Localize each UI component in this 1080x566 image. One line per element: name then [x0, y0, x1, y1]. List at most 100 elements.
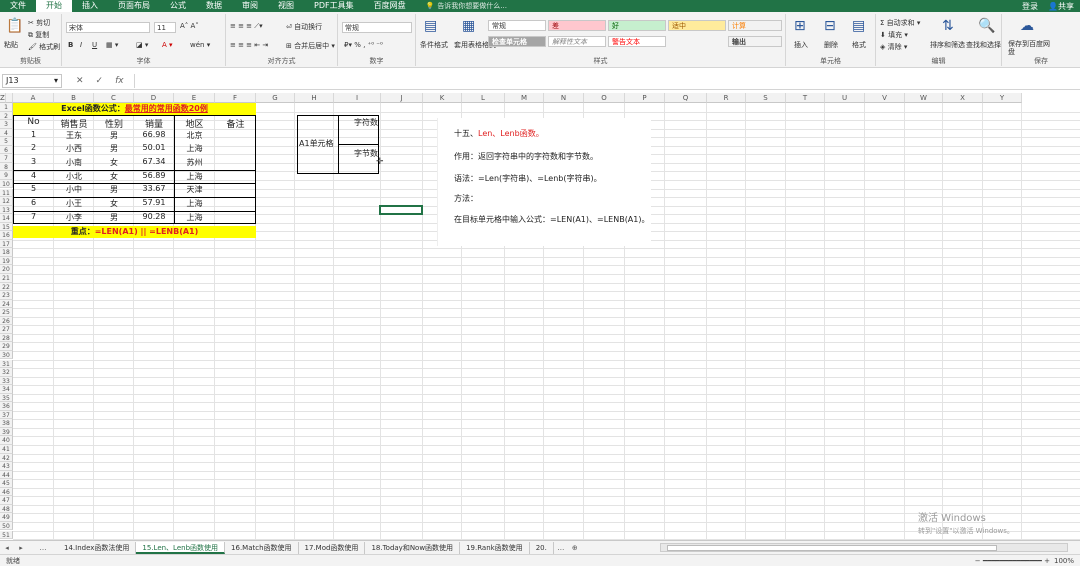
more-sheets-icon[interactable]: … — [28, 544, 58, 552]
insert-function-icon[interactable]: fx — [115, 76, 124, 86]
row-header[interactable]: 35 — [0, 393, 13, 403]
column-header[interactable]: K — [423, 93, 462, 103]
row-header[interactable]: 45 — [0, 479, 13, 488]
share-button[interactable]: 👤共享 — [1048, 1, 1074, 12]
row-header[interactable]: 37 — [0, 410, 13, 420]
font-color-icon[interactable]: A ▾ — [162, 41, 173, 49]
row-header[interactable]: 12 — [0, 197, 13, 206]
column-header[interactable]: X — [943, 93, 983, 103]
style-bad[interactable]: 差 — [548, 20, 606, 31]
find-select-icon[interactable]: 🔍 — [978, 18, 995, 34]
sheet-tab-19[interactable]: 19.Rank函数使用 — [460, 541, 530, 554]
fill-button[interactable]: ⬇ 填充 ▾ — [880, 30, 908, 40]
row-header[interactable]: 38 — [0, 419, 13, 428]
table-cell[interactable]: 57.91 — [138, 198, 170, 207]
sheet-tab-14[interactable]: 14.Index函数法使用 — [58, 541, 137, 554]
format-painter-button[interactable]: 🖌 格式刷 — [28, 42, 60, 52]
style-normal[interactable]: 常规 — [488, 20, 546, 31]
paste-button[interactable]: 粘贴 — [4, 40, 18, 50]
row-header[interactable]: 17 — [0, 239, 13, 249]
column-header[interactable]: Y — [983, 93, 1022, 103]
conditional-format-icon[interactable]: ▤ — [424, 18, 437, 34]
column-header[interactable]: U — [825, 93, 865, 103]
column-header[interactable]: N — [544, 93, 584, 103]
table-cell[interactable]: 66.98 — [138, 130, 170, 139]
row-header[interactable]: 8 — [0, 162, 13, 172]
table-cell[interactable]: 男 — [98, 212, 130, 223]
tab-insert[interactable]: 插入 — [72, 0, 108, 12]
align-top-icon[interactable]: ≡ ≡ ≡ ⟋▾ — [230, 22, 263, 31]
row-header[interactable]: 47 — [0, 496, 13, 505]
row-header[interactable]: 46 — [0, 487, 13, 497]
row-header[interactable]: 6 — [0, 145, 13, 155]
table-cell[interactable]: 苏州 — [179, 157, 211, 168]
name-box[interactable]: J13 ▾ — [2, 73, 62, 88]
enter-icon[interactable]: ✓ — [96, 76, 104, 86]
table-cell[interactable]: 4 — [18, 171, 50, 180]
column-header[interactable]: T — [786, 93, 825, 103]
row-header[interactable]: 50 — [0, 521, 13, 531]
insert-cells-icon[interactable]: ⊞ — [794, 18, 806, 34]
column-header[interactable]: W — [905, 93, 943, 103]
number-format-select[interactable]: 常规 — [342, 22, 412, 33]
column-header[interactable]: F — [215, 93, 256, 103]
row-header[interactable]: 48 — [0, 504, 13, 514]
zoom-slider[interactable]: − ━━━━━━━━━━━━━━ + — [975, 557, 1050, 565]
tab-pdf-tools[interactable]: PDF工具集 — [304, 0, 364, 12]
table-cell[interactable]: 5 — [18, 184, 50, 193]
table-cell[interactable]: 女 — [98, 157, 130, 168]
table-cell[interactable]: 56.89 — [138, 171, 170, 180]
copy-button[interactable]: ⧉ 复制 — [28, 30, 49, 40]
worksheet-grid[interactable]: A B C D E F G H I J K L M N O P Q R S T U V W X Y Z 1 2 3 4 5 6 7 8 9 10 11 1… — [0, 93, 1080, 540]
row-header[interactable]: 4 — [0, 128, 13, 138]
tab-review[interactable]: 审阅 — [232, 0, 268, 12]
more-tabs-icon[interactable]: … — [554, 544, 568, 552]
table-cell[interactable]: 小南 — [58, 157, 90, 168]
style-output[interactable]: 输出 — [728, 36, 782, 47]
table-cell[interactable]: 女 — [98, 198, 130, 209]
row-header[interactable]: 25 — [0, 308, 13, 317]
column-header[interactable]: Q — [665, 93, 707, 103]
tab-home[interactable]: 开始 — [36, 0, 72, 12]
fill-color-icon[interactable]: ◪ ▾ — [136, 41, 148, 49]
sort-filter-button[interactable]: 排序和筛选 — [930, 40, 965, 50]
find-select-button[interactable]: 查找和选择 — [966, 40, 1001, 50]
row-header[interactable]: 14 — [0, 214, 13, 223]
row-header[interactable]: 18 — [0, 248, 13, 257]
table-cell[interactable]: 小中 — [58, 184, 90, 195]
table-cell[interactable]: 上海 — [179, 171, 211, 182]
autosum-button[interactable]: Σ 自动求和 ▾ — [880, 18, 920, 28]
phonetic-icon[interactable]: wén ▾ — [190, 41, 210, 49]
table-cell[interactable]: 1 — [18, 130, 50, 139]
bold-button[interactable]: B — [68, 41, 73, 49]
font-size-select[interactable]: 11 — [154, 22, 176, 33]
formula-input[interactable] — [133, 73, 1080, 88]
table-cell[interactable]: 小王 — [58, 198, 90, 209]
tab-baidu-netdisk[interactable]: 百度网盘 — [364, 0, 416, 12]
zoom-level[interactable]: 100% — [1054, 557, 1074, 565]
first-sheet-icon[interactable]: ◂ — [0, 544, 14, 552]
tab-file[interactable]: 文件 — [0, 0, 36, 12]
column-header[interactable]: J — [381, 93, 423, 103]
row-header[interactable]: 29 — [0, 342, 13, 351]
table-cell[interactable]: 67.34 — [138, 157, 170, 166]
column-header[interactable]: B — [54, 93, 94, 103]
insert-cells-button[interactable]: 插入 — [794, 40, 808, 50]
save-to-baidu-button[interactable]: 保存到百度网盘 — [1008, 40, 1050, 56]
sheet-tab-16[interactable]: 16.Match函数使用 — [225, 541, 299, 554]
row-header[interactable]: 43 — [0, 462, 13, 471]
sort-filter-icon[interactable]: ⇅ — [942, 18, 954, 34]
wrap-text-button[interactable]: ⏎ 自动换行 — [286, 22, 322, 32]
format-cells-button[interactable]: 格式 — [852, 40, 866, 50]
table-cell[interactable]: 2 — [18, 143, 50, 152]
row-header[interactable]: 9 — [0, 171, 13, 180]
column-header[interactable]: S — [746, 93, 786, 103]
column-header[interactable]: Z — [0, 93, 6, 103]
column-header[interactable]: O — [584, 93, 625, 103]
table-cell[interactable]: 上海 — [179, 143, 211, 154]
style-explanatory[interactable]: 解释性文本 — [548, 36, 606, 47]
merge-center-button[interactable]: ⊞ 合并后居中 ▾ — [286, 41, 335, 51]
font-grow-icon[interactable]: A˄ A˅ — [180, 22, 199, 30]
horizontal-scrollbar[interactable] — [660, 543, 1068, 552]
row-header[interactable]: 24 — [0, 299, 13, 309]
